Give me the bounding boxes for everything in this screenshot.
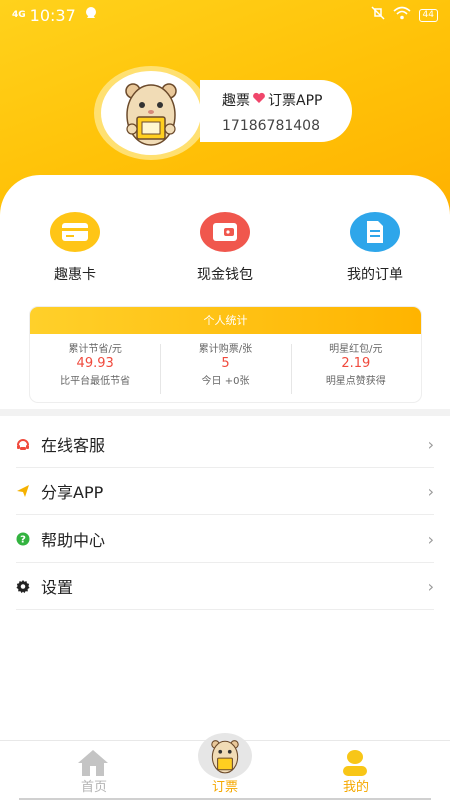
menu-item-settings[interactable]: 设置 › (16, 563, 434, 610)
customer-service-icon (16, 437, 30, 451)
status-bar: 4G 10:37 44 (0, 0, 450, 30)
section-divider (0, 409, 450, 416)
user-info-card[interactable]: 趣票 订票APP 17186781408 (200, 80, 352, 142)
stat-value: 2.19 (341, 356, 371, 371)
stat-sub: 比平台最低节省 (60, 376, 131, 387)
personal-stats-panel: 个人统计 累计节省/元 49.93 比平台最低节省 累计购票/张 5 今日 +0… (30, 307, 421, 402)
tab-mine[interactable]: 我的 (281, 741, 431, 800)
wifi-icon (393, 6, 411, 24)
menu-item-help-center[interactable]: ? 帮助中心 › (16, 516, 434, 563)
stat-tickets: 累计购票/张 5 今日 +0张 (160, 340, 290, 402)
chat-notification-icon (84, 6, 98, 24)
tab-label: 订票 (211, 780, 238, 795)
gear-icon (16, 579, 30, 593)
svg-text:?: ? (20, 535, 26, 546)
menu-item-label: 分享APP (41, 483, 104, 502)
chevron-right-icon: › (427, 481, 434, 501)
bottom-tab-bar: 首页 订票 我的 (0, 733, 450, 800)
mascot-icon (101, 71, 201, 155)
help-icon: ? (16, 532, 30, 546)
stat-star-redpacket: 明星红包/元 2.19 明星点赞获得 (290, 340, 421, 402)
chevron-right-icon: › (427, 434, 434, 454)
card-icon (50, 212, 100, 252)
battery-icon: 44 (418, 8, 438, 22)
stat-value: 5 (221, 356, 230, 371)
tab-label: 我的 (342, 780, 369, 795)
menu-item-label: 帮助中心 (41, 531, 106, 550)
user-name: 趣票 订票APP (222, 90, 352, 110)
menu-item-label: 在线客服 (41, 436, 106, 455)
stat-savings: 累计节省/元 49.93 比平台最低节省 (30, 340, 160, 402)
network-indicator: 4G (12, 9, 26, 20)
user-name-suffix: 订票APP (268, 93, 323, 109)
chevron-right-icon: › (427, 576, 434, 596)
tab-label: 首页 (80, 780, 107, 795)
stat-sub: 今日 +0张 (201, 376, 250, 387)
quick-action-card[interactable]: 趣惠卡 (20, 212, 130, 284)
heart-icon (252, 92, 266, 108)
chevron-right-icon: › (427, 529, 434, 549)
mute-icon (371, 6, 385, 24)
stats-title: 个人统计 (30, 307, 421, 334)
menu-item-customer-service[interactable]: 在线客服 › (16, 421, 434, 468)
quick-action-wallet[interactable]: 现金钱包 (170, 212, 280, 284)
avatar[interactable] (94, 66, 208, 160)
quick-action-label: 趣惠卡 (54, 267, 96, 283)
menu-item-share-app[interactable]: 分享APP › (16, 468, 434, 515)
share-icon (16, 484, 30, 498)
clock: 10:37 (29, 5, 76, 25)
tab-tickets[interactable]: 订票 (150, 733, 300, 800)
user-phone: 17186781408 (222, 118, 320, 134)
menu-item-label: 设置 (41, 578, 74, 597)
stat-sub: 明星点赞获得 (325, 376, 386, 387)
wallet-icon (200, 212, 250, 252)
stat-value: 49.93 (76, 356, 114, 371)
quick-action-orders[interactable]: 我的订单 (320, 212, 430, 284)
document-icon (350, 212, 400, 252)
user-name-prefix: 趣票 (222, 93, 250, 109)
quick-action-label: 现金钱包 (197, 267, 253, 283)
quick-action-label: 我的订单 (347, 267, 403, 283)
tab-home[interactable]: 首页 (19, 741, 169, 800)
stat-label: 累计节省/元 (68, 344, 122, 355)
stat-label: 明星红包/元 (329, 344, 383, 355)
stat-label: 累计购票/张 (198, 344, 253, 355)
mascot-icon (198, 733, 252, 779)
